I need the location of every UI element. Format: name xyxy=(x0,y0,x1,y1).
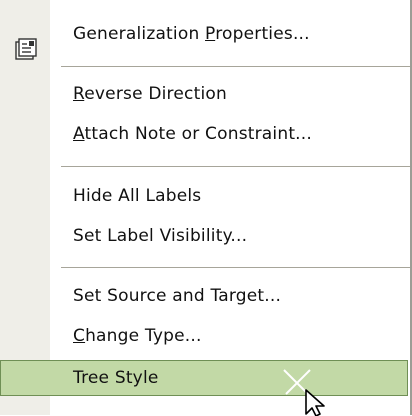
menu-item-label: Reverse Direction xyxy=(73,84,227,104)
menu-item-hide-all-labels[interactable]: Hide All Labels xyxy=(0,178,410,214)
menu-item-tree-style[interactable]: Tree Style xyxy=(0,360,408,396)
menu-separator xyxy=(61,267,410,268)
menu-item-label: Set Source and Target... xyxy=(73,286,282,306)
menu-item-reverse-direction[interactable]: Reverse Direction xyxy=(0,76,410,112)
menu-item-set-source-target[interactable]: Set Source and Target... xyxy=(0,278,410,314)
menu-item-attach-note[interactable]: Attach Note or Constraint... xyxy=(0,116,410,152)
menu-item-set-label-visibility[interactable]: Set Label Visibility... xyxy=(0,218,410,254)
mouse-pointer-icon xyxy=(283,369,325,416)
menu-item-label: Set Label Visibility... xyxy=(73,226,248,246)
menu-item-label: Tree Style xyxy=(73,368,159,388)
menu-separator xyxy=(61,66,410,67)
properties-sheet-icon xyxy=(13,36,39,62)
menu-item-label: Hide All Labels xyxy=(73,186,202,206)
menu-item-label: Generalization Properties... xyxy=(73,24,310,44)
menu-separator xyxy=(61,166,410,167)
menu-item-label: Change Type... xyxy=(73,326,202,346)
menu-item-change-type[interactable]: Change Type... xyxy=(0,318,410,354)
menu-item-label: Attach Note or Constraint... xyxy=(73,124,312,144)
context-menu: Generalization Properties... Reverse Dir… xyxy=(0,0,412,415)
menu-item-generalization-properties[interactable]: Generalization Properties... xyxy=(0,16,410,60)
